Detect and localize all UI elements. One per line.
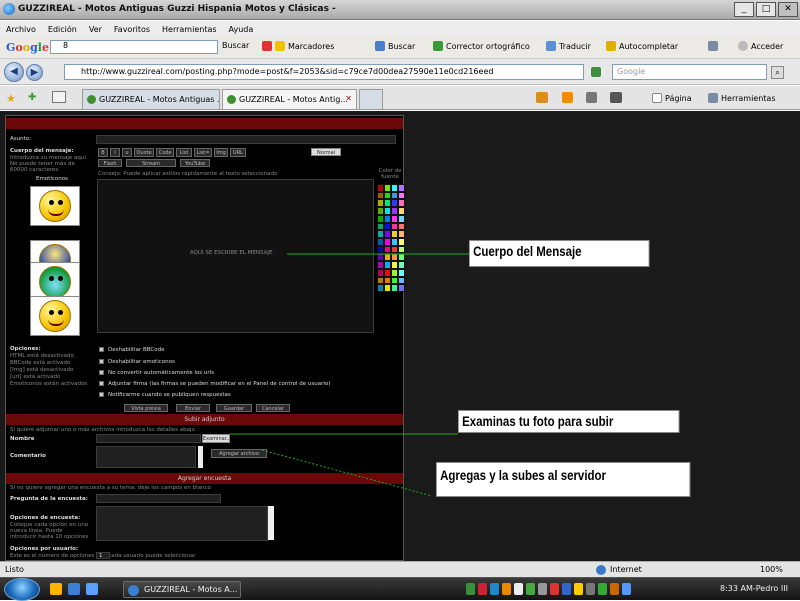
callout-browse: Examinas tu foto para subir — [458, 410, 680, 433]
quicklaunch-ie-icon[interactable] — [68, 583, 80, 595]
callout-message-body: Cuerpo del Mensaje — [469, 240, 650, 267]
tray-icon-10[interactable] — [574, 583, 583, 595]
tray-icon-2[interactable] — [478, 583, 487, 595]
taskbar-window-label: GUZZIREAL - Motos A... — [144, 585, 238, 594]
tray-icon-1[interactable] — [466, 583, 475, 595]
callout-upload: Agregas y la subes al servidor — [436, 462, 691, 497]
annotation-lines — [230, 253, 470, 497]
taskbar-window-button[interactable]: GUZZIREAL - Motos A... — [123, 581, 241, 598]
zoom-level[interactable]: 100% — [760, 565, 783, 574]
tray-icon-11[interactable] — [586, 583, 595, 595]
tray-icon-5[interactable] — [514, 583, 523, 595]
task-ie-icon — [128, 585, 139, 596]
taskbar-clock: 8:33 AM-Pedro III — [720, 584, 788, 593]
taskbar: GUZZIREAL - Motos A... 8:33 AM-Pedro III — [0, 577, 800, 601]
tray-icon-4[interactable] — [502, 583, 511, 595]
security-zone: Internet — [610, 565, 642, 574]
tray-icon-7[interactable] — [538, 583, 547, 595]
status-text: Listo — [5, 565, 24, 574]
system-tray — [466, 583, 631, 595]
tray-icon-3[interactable] — [490, 583, 499, 595]
line-to-add — [261, 449, 433, 497]
start-button[interactable] — [4, 578, 40, 601]
tray-icon-6[interactable] — [526, 583, 535, 595]
status-bar: Listo Internet 100% — [0, 561, 800, 577]
quicklaunch-desktop-icon[interactable] — [86, 583, 98, 595]
tray-icon-13[interactable] — [610, 583, 619, 595]
globe-icon — [596, 565, 606, 575]
quicklaunch-folder-icon[interactable] — [50, 583, 62, 595]
tray-icon-9[interactable] — [562, 583, 571, 595]
tray-icon-12[interactable] — [598, 583, 607, 595]
tray-icon-14[interactable] — [622, 583, 631, 595]
tray-icon-8[interactable] — [550, 583, 559, 595]
